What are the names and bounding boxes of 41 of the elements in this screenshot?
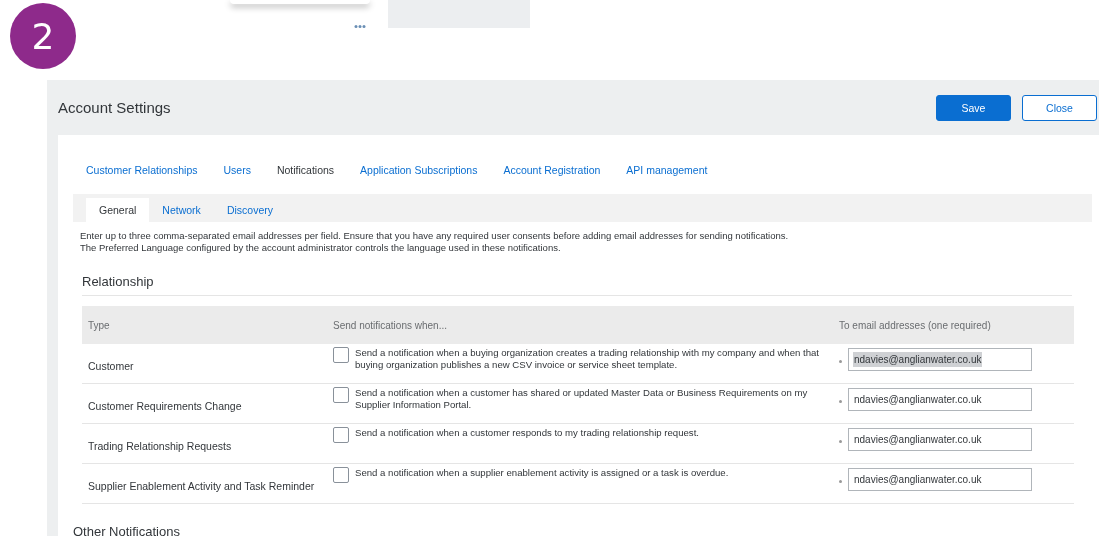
tab[interactable]: Users bbox=[223, 164, 251, 190]
notification-type: Trading Relationship Requests bbox=[87, 438, 233, 452]
column-header: Send notifications when... bbox=[333, 319, 448, 331]
notification-description: Send a notification when a buying organization creates a trading relationship with my company and when that buying organization publishes a new CSV invoice or service sheet template. bbox=[355, 347, 820, 372]
section-heading: Relationship bbox=[82, 274, 154, 289]
notification-type: Supplier Enablement Activity and Task Reminder bbox=[87, 478, 316, 492]
required-dot-icon bbox=[839, 360, 842, 363]
sub-tab[interactable]: Network bbox=[149, 198, 214, 222]
sub-tab[interactable]: Discovery bbox=[213, 198, 286, 222]
email-field[interactable]: ndavies@anglianwater.co.uk bbox=[848, 388, 1032, 411]
notification-description: Send a notification when a customer responds to my trading relationship request. bbox=[355, 427, 700, 440]
checkbox[interactable] bbox=[333, 467, 349, 483]
email-field[interactable]: ndavies@anglianwater.co.uk bbox=[848, 348, 1032, 371]
required-dot-icon bbox=[839, 400, 842, 403]
help-text: Enter up to three comma-separated email addresses per field. Ensure that you have any required user consents before adding email addresses for sending notifications. bbox=[80, 230, 790, 242]
required-dot-icon bbox=[839, 480, 842, 483]
checkbox[interactable] bbox=[333, 347, 349, 363]
close-button[interactable]: Close bbox=[1022, 94, 1097, 121]
checkbox[interactable] bbox=[333, 427, 349, 443]
tab[interactable]: Customer Relationships bbox=[86, 164, 198, 190]
email-field[interactable]: ndavies@anglianwater.co.uk bbox=[848, 468, 1032, 491]
notification-description: Send a notification when a supplier enablement activity is assigned or a task is overdue. bbox=[355, 467, 730, 480]
email-field[interactable]: ndavies@anglianwater.co.uk bbox=[848, 428, 1032, 451]
page-title: Account Settings bbox=[58, 99, 172, 116]
help-text: The Preferred Language configured by the account administrator controls the language used in these notifications. bbox=[80, 242, 562, 254]
save-button[interactable]: Save bbox=[936, 94, 1011, 121]
step-badge: 2 bbox=[10, 3, 76, 69]
section-heading: Other Notifications bbox=[73, 524, 181, 536]
required-dot-icon bbox=[839, 440, 842, 443]
sub-tab[interactable]: General bbox=[86, 198, 150, 222]
notification-type: Customer bbox=[87, 358, 135, 372]
column-header: Type bbox=[87, 319, 111, 331]
tab[interactable]: API management bbox=[626, 164, 708, 190]
tab[interactable]: Account Registration bbox=[503, 164, 601, 190]
notification-type: Customer Requirements Change bbox=[87, 398, 243, 412]
tab[interactable]: Application Subscriptions bbox=[360, 164, 478, 190]
checkbox[interactable] bbox=[333, 387, 349, 403]
column-header: To email addresses (one required) bbox=[839, 319, 992, 331]
more-icon bbox=[354, 24, 366, 29]
notification-description: Send a notification when a customer has shared or updated Master Data or Business Requirements on my Supplier Information Portal. bbox=[355, 387, 809, 412]
tab[interactable]: Notifications bbox=[276, 164, 335, 190]
